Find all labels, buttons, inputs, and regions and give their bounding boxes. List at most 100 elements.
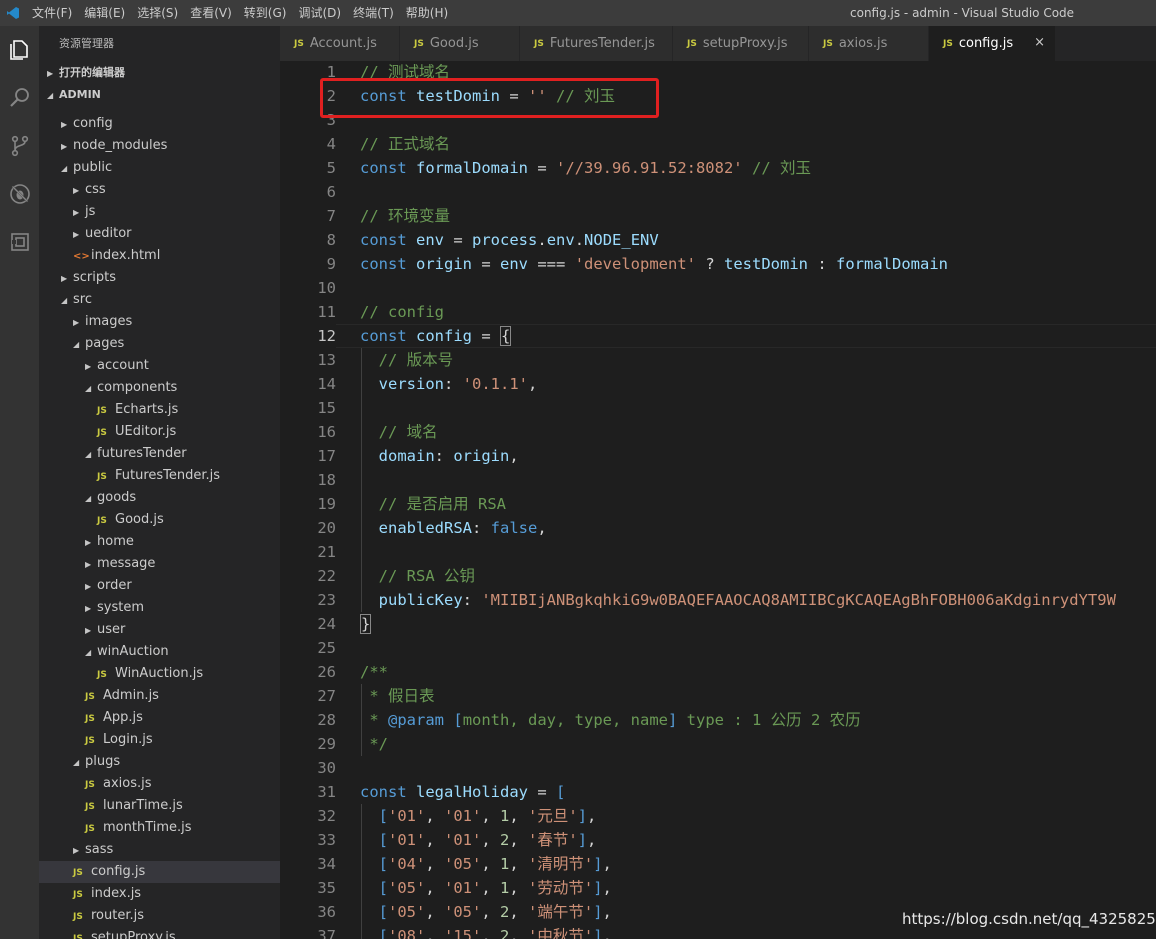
tree-item[interactable]: JS FuturesTender.js [39, 465, 280, 487]
tab-good-js[interactable]: JS Good.js [400, 26, 520, 61]
tree-item[interactable]: ▶ config [39, 113, 280, 135]
code-line[interactable]: ['01', '01', 1, '元旦'], [360, 804, 1156, 828]
code-line[interactable]: */ [360, 732, 1156, 756]
chevron-down-icon: ◢ [61, 164, 68, 173]
code-line[interactable]: publicKey: 'MIIBIjANBgkqhkiG9w0BAQEFAAOC… [360, 588, 1156, 612]
tree-item[interactable]: ▶ images [39, 311, 280, 333]
tree-item[interactable]: JS UEditor.js [39, 421, 280, 443]
code-line[interactable]: const config = { [360, 324, 1156, 348]
tree-item[interactable]: ◢ plugs [39, 751, 280, 773]
code-token: domain [378, 447, 435, 465]
menu-item[interactable]: 调试(D) [292, 0, 347, 26]
code-line[interactable]: // 正式域名 [360, 132, 1156, 156]
code-token: , [509, 807, 529, 825]
tree-item[interactable]: ◢ winAuction [39, 641, 280, 663]
code-line[interactable]: ['05', '01', 1, '劳动节'], [360, 876, 1156, 900]
code-line[interactable]: // 域名 [360, 420, 1156, 444]
tree-item[interactable]: JS axios.js [39, 773, 280, 795]
code-token: legalHoliday [416, 783, 528, 801]
line-number: 8 [326, 231, 336, 249]
tree-item[interactable]: ◢ goods [39, 487, 280, 509]
tree-item[interactable]: ◢ public [39, 157, 280, 179]
tree-item[interactable]: ▶ message [39, 553, 280, 575]
menu-item[interactable]: 选择(S) [131, 0, 184, 26]
tree-item[interactable]: ▶ node_modules [39, 135, 280, 157]
extensions-icon[interactable] [0, 218, 39, 266]
code-line[interactable]: enabledRSA: false, [360, 516, 1156, 540]
tab-account-js[interactable]: JS Account.js [280, 26, 400, 61]
code-line[interactable]: const formalDomain = '//39.96.91.52:8082… [360, 156, 1156, 180]
tree-item[interactable]: JS App.js [39, 707, 280, 729]
tree-item[interactable]: ◢ components [39, 377, 280, 399]
code-line[interactable]: const env = process.env.NODE_ENV [360, 228, 1156, 252]
tab-config-js[interactable]: JS config.js × [929, 26, 1056, 61]
code-token: // 版本号 [378, 351, 454, 369]
search-icon[interactable] [0, 74, 39, 122]
code-line[interactable]: ['01', '01', 2, '春节'], [360, 828, 1156, 852]
code-line[interactable]: // config [360, 300, 1156, 324]
tree-item[interactable]: ▶ home [39, 531, 280, 553]
menu-item[interactable]: 编辑(E) [78, 0, 131, 26]
tree-item[interactable]: JS Login.js [39, 729, 280, 751]
open-editors-section[interactable]: ▶ 打开的编辑器 [39, 62, 280, 84]
tree-item[interactable]: JS WinAuction.js [39, 663, 280, 685]
tree-item[interactable]: ▶ order [39, 575, 280, 597]
tree-item[interactable]: JS Echarts.js [39, 399, 280, 421]
menu-item[interactable]: 文件(F) [26, 0, 78, 26]
code-token: = [528, 783, 556, 801]
tree-item[interactable]: ◢ src [39, 289, 280, 311]
tree-item[interactable]: ◢ pages [39, 333, 280, 355]
tree-item[interactable]: JS Good.js [39, 509, 280, 531]
explorer-icon[interactable] [0, 26, 39, 74]
tree-item[interactable]: ▶ js [39, 201, 280, 223]
close-icon[interactable]: × [1034, 35, 1045, 50]
code-line[interactable]: // 版本号 [360, 348, 1156, 372]
code-line[interactable]: /** [360, 660, 1156, 684]
window-title: config.js - admin - Visual Studio Code [850, 6, 1075, 20]
source-control-icon[interactable] [0, 122, 39, 170]
tree-item[interactable]: ▶ account [39, 355, 280, 377]
project-section[interactable]: ◢ ADMIN [39, 84, 280, 106]
code-token: 1 [500, 879, 510, 897]
tree-item[interactable]: JS index.js [39, 883, 280, 905]
chevron-right-icon: ▶ [85, 362, 92, 371]
tree-item[interactable]: ▶build [39, 106, 280, 113]
tree-item[interactable]: JS monthTime.js [39, 817, 280, 839]
tree-item[interactable]: ◢ futuresTender [39, 443, 280, 465]
code-line[interactable]: domain: origin, [360, 444, 1156, 468]
tree-item[interactable]: JS setupProxy.js [39, 927, 280, 939]
tree-item[interactable]: ▶ scripts [39, 267, 280, 289]
code-editor[interactable]: 1// 测试域名 2 const testDomin = '' // 刘玉 3 4// … [280, 61, 1156, 939]
code-line[interactable]: const legalHoliday = [ [360, 780, 1156, 804]
tree-item[interactable]: <>index.html [39, 245, 280, 267]
code-line[interactable]: // 是否启用 RSA [360, 492, 1156, 516]
code-line[interactable]: // 环境变量 [360, 204, 1156, 228]
tree-item[interactable]: JS lunarTime.js [39, 795, 280, 817]
tab-futurestender-js[interactable]: JS FuturesTender.js [520, 26, 673, 61]
code-line[interactable]: // RSA 公钥 [360, 564, 1156, 588]
tab-axios-js[interactable]: JS axios.js [809, 26, 929, 61]
tree-item[interactable]: ▶ user [39, 619, 280, 641]
tree-item[interactable]: ▶ css [39, 179, 280, 201]
tree-item[interactable]: ▶ ueditor [39, 223, 280, 245]
tree-item[interactable]: ▶ sass [39, 839, 280, 861]
code-line[interactable]: version: '0.1.1', [360, 372, 1156, 396]
code-line[interactable]: * @param [month, day, type, name] type :… [360, 708, 1156, 732]
menu-item[interactable]: 帮助(H) [400, 0, 454, 26]
tree-item[interactable]: JS router.js [39, 905, 280, 927]
tree-item[interactable]: JS Admin.js [39, 685, 280, 707]
menu-item[interactable]: 转到(G) [238, 0, 293, 26]
code-line[interactable]: } [360, 612, 1156, 636]
code-token: 'development' [574, 255, 697, 273]
code-line[interactable]: ['04', '05', 1, '清明节'], [360, 852, 1156, 876]
tab-setupproxy-js[interactable]: JS setupProxy.js [673, 26, 809, 61]
code-line[interactable]: * 假日表 [360, 684, 1156, 708]
debug-icon[interactable] [0, 170, 39, 218]
tree-item[interactable]: JS config.js [39, 861, 280, 883]
code-line[interactable]: const origin = env === 'development' ? t… [360, 252, 1156, 276]
tree-item[interactable]: ▶ system [39, 597, 280, 619]
menu-item[interactable]: 终端(T) [347, 0, 400, 26]
menu-item[interactable]: 查看(V) [184, 0, 238, 26]
